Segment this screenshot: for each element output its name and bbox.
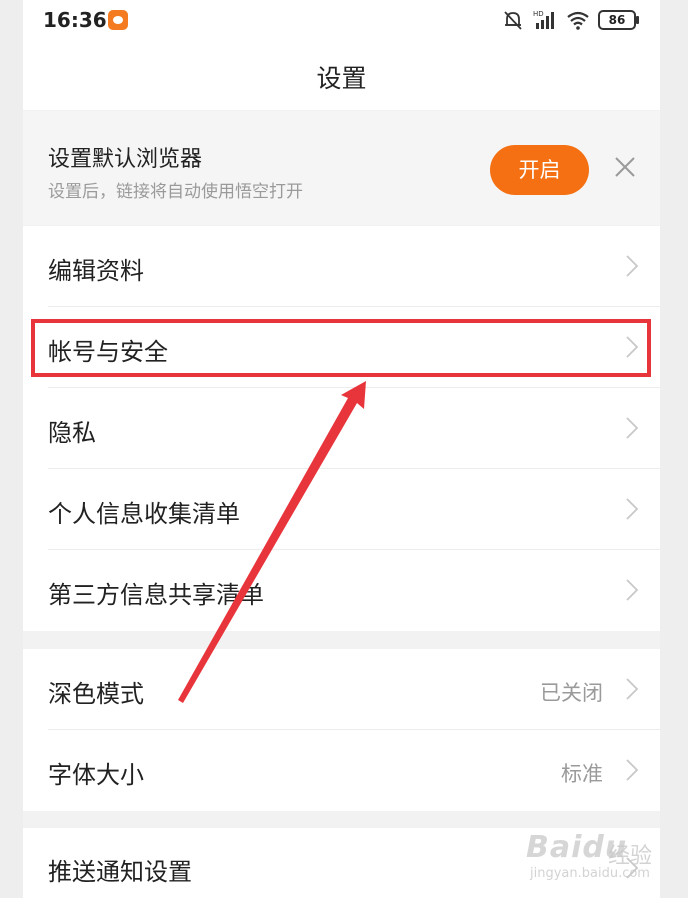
- settings-item-value: 已关闭: [540, 681, 603, 705]
- chevron-right-icon: [626, 255, 639, 277]
- default-browser-banner: 设置默认浏览器 设置后，链接将自动使用悟空打开 开启: [23, 111, 660, 225]
- settings-group-account: 编辑资料 帐号与安全 隐私 个人信息收集清单 第三方信息共享清单: [23, 226, 660, 631]
- chevron-right-icon: [626, 417, 639, 439]
- settings-item-label: 帐号与安全: [48, 338, 168, 366]
- chevron-right-icon: [626, 759, 639, 781]
- settings-item-privacy[interactable]: 隐私: [23, 388, 660, 469]
- page-title: 设置: [316, 64, 367, 93]
- settings-item-font-size[interactable]: 字体大小 标准: [23, 730, 660, 811]
- right-margin: [660, 0, 688, 898]
- close-icon[interactable]: [613, 155, 637, 179]
- enable-button[interactable]: 开启: [490, 145, 589, 195]
- settings-item-dark-mode[interactable]: 深色模式 已关闭: [23, 649, 660, 730]
- settings-item-personal-info-list[interactable]: 个人信息收集清单: [23, 469, 660, 550]
- banner-subtitle: 设置后，链接将自动使用悟空打开: [48, 182, 303, 202]
- settings-item-label: 编辑资料: [48, 257, 144, 285]
- banner-title: 设置默认浏览器: [48, 147, 203, 172]
- title-bar: 设置: [23, 40, 660, 110]
- settings-item-label: 隐私: [48, 419, 96, 447]
- battery-icon: 86: [598, 10, 639, 30]
- settings-item-label: 个人信息收集清单: [48, 500, 240, 528]
- left-margin: [0, 0, 23, 898]
- bell-off-icon: [504, 11, 522, 30]
- settings-item-label: 字体大小: [48, 761, 144, 789]
- settings-item-label: 第三方信息共享清单: [48, 581, 264, 609]
- hd-signal-icon: HD: [533, 10, 554, 29]
- chevron-right-icon: [626, 579, 639, 601]
- settings-item-label: 深色模式: [48, 680, 144, 708]
- wifi-icon: [567, 11, 589, 30]
- phone-screen: 16:36 HD 86 设置 设置默认浏览器 设置后，链接将自动使用悟空打开 开…: [23, 0, 660, 898]
- app-notification-icon: [108, 10, 128, 30]
- settings-item-third-party-sharing[interactable]: 第三方信息共享清单: [23, 550, 660, 631]
- settings-item-push-notifications[interactable]: 推送通知设置: [23, 828, 660, 898]
- settings-item-value: 标准: [561, 762, 603, 786]
- status-bar: 16:36 HD 86: [23, 0, 660, 40]
- settings-group-notifications: 推送通知设置: [23, 828, 660, 898]
- status-icons: HD 86: [502, 8, 639, 32]
- chevron-right-icon: [626, 678, 639, 700]
- chevron-right-icon: [626, 336, 639, 358]
- chevron-right-icon: [626, 857, 639, 879]
- settings-item-edit-profile[interactable]: 编辑资料: [23, 226, 660, 307]
- settings-group-display: 深色模式 已关闭 字体大小 标准: [23, 649, 660, 811]
- settings-item-label: 推送通知设置: [48, 858, 192, 886]
- settings-item-account-security[interactable]: 帐号与安全: [23, 307, 660, 388]
- status-time: 16:36: [43, 8, 107, 32]
- svg-text:HD: HD: [533, 10, 544, 18]
- chevron-right-icon: [626, 498, 639, 520]
